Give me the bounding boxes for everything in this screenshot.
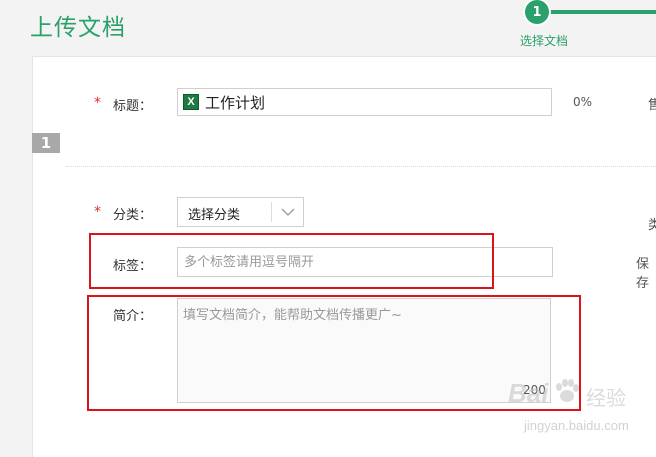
save-link[interactable]: 保存: [636, 253, 656, 291]
upload-progress-percent: 0%: [573, 95, 593, 109]
step-1-label: 选择文档: [520, 34, 569, 48]
step-1-indicator: 1: [525, 0, 549, 24]
category-select[interactable]: 选择分类: [177, 197, 304, 227]
select-divider: [271, 202, 272, 222]
file-index-badge: 1: [32, 133, 60, 153]
category-selected-value: 选择分类: [188, 208, 241, 223]
excel-file-icon: X: [183, 94, 199, 110]
step-progress-line: [548, 10, 656, 14]
title-input[interactable]: X 工作计划: [177, 88, 552, 116]
page-title: 上传文档: [30, 15, 126, 41]
right-column-text-2: 类: [648, 218, 656, 233]
watermark-url: jingyan.baidu.com: [524, 418, 629, 433]
title-label: 标题：: [113, 99, 153, 114]
category-required-mark: *: [94, 204, 101, 220]
baidu-watermark: Bai 经验 jingyan.baidu.com: [500, 372, 656, 444]
upload-stepper: 1 选择文档: [520, 0, 656, 56]
watermark-brand: Bai: [508, 378, 549, 408]
title-required-mark: *: [94, 95, 101, 111]
tags-highlight-box: [89, 233, 494, 289]
watermark-brand-cn: 经验: [586, 386, 626, 410]
paw-icon: [556, 379, 579, 402]
right-column-text-1: 售: [648, 98, 656, 113]
chevron-down-icon[interactable]: [280, 202, 296, 226]
category-label: 分类：: [113, 208, 153, 223]
title-input-value: 工作计划: [205, 93, 266, 112]
section-divider: [66, 166, 656, 167]
